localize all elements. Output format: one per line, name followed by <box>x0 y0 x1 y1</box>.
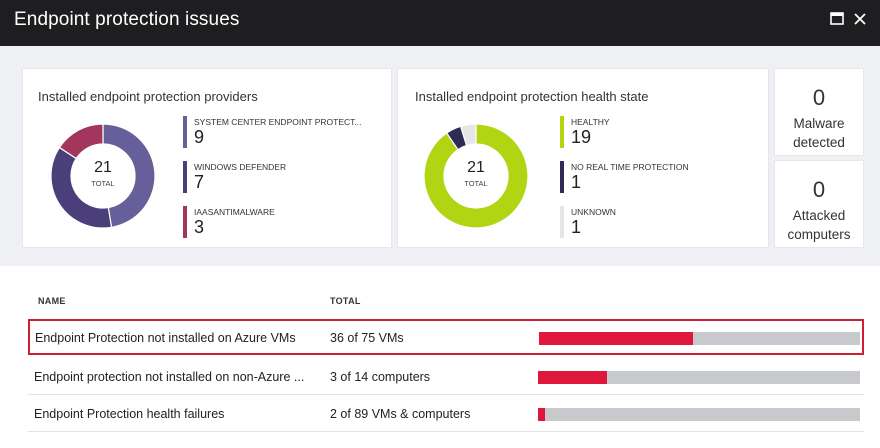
legend-label: WINDOWS DEFENDER <box>194 162 287 172</box>
providers-donut-center: 21 TOTAL <box>73 159 133 188</box>
table-row[interactable]: Endpoint protection not installed on non… <box>28 359 864 395</box>
progress-bar-fill <box>538 408 546 421</box>
legend-value: 19 <box>571 127 592 147</box>
attacked-computers-label-line2: computers <box>787 227 851 242</box>
legend-label: NO REAL TIME PROTECTION <box>571 162 689 172</box>
providers-tile[interactable]: Installed endpoint protection providers … <box>22 68 392 248</box>
providers-tile-title: Installed endpoint protection providers <box>38 89 258 104</box>
health-total-value: 21 <box>467 159 485 176</box>
legend-item-no-real-time-protection[interactable]: NO REAL TIME PROTECTION 1 <box>560 161 689 193</box>
malware-detected-value: 0 <box>812 85 826 110</box>
malware-detected-label-line2: detected <box>793 135 845 150</box>
maximize-button[interactable] <box>826 8 848 30</box>
providers-total-label: TOTAL <box>91 179 115 188</box>
legend-swatch <box>560 161 564 193</box>
column-header-name[interactable]: NAME <box>38 296 66 306</box>
malware-detected-label-line1: Malware <box>793 116 845 131</box>
progress-bar-fill <box>538 371 607 384</box>
legend-item-healthy[interactable]: HEALTHY 19 <box>560 116 610 148</box>
legend-swatch <box>183 116 187 148</box>
progress-bar <box>539 332 860 345</box>
row-name: Endpoint protection not installed on non… <box>34 370 305 384</box>
health-total-label: TOTAL <box>464 179 488 188</box>
health-tile-title: Installed endpoint protection health sta… <box>415 89 649 104</box>
legend-label: UNKNOWN <box>571 207 616 217</box>
legend-swatch <box>183 161 187 193</box>
summary-tiles: Installed endpoint protection providers … <box>0 46 880 266</box>
row-total: 36 of 75 VMs <box>330 331 404 345</box>
blade-header: Endpoint protection issues <box>0 0 880 46</box>
legend-label: SYSTEM CENTER ENDPOINT PROTECT... <box>194 117 362 127</box>
table-row[interactable]: Endpoint Protection not installed on Azu… <box>28 319 864 355</box>
row-name: Endpoint Protection health failures <box>34 407 225 421</box>
legend-value: 1 <box>571 217 582 237</box>
legend-label: HEALTHY <box>571 117 610 127</box>
legend-item-scep[interactable]: SYSTEM CENTER ENDPOINT PROTECT... 9 <box>183 116 362 148</box>
malware-detected-tile[interactable]: 0 Malware detected <box>774 68 864 156</box>
row-total: 3 of 14 computers <box>330 370 431 384</box>
blade-title: Endpoint protection issues <box>14 9 240 30</box>
legend-value: 3 <box>194 217 205 237</box>
legend-item-windows-defender[interactable]: WINDOWS DEFENDER 7 <box>183 161 286 193</box>
legend-value: 7 <box>194 172 205 192</box>
row-total: 2 of 89 VMs & computers <box>330 407 471 421</box>
close-icon <box>854 13 866 25</box>
legend-value: 9 <box>194 127 205 147</box>
legend-value: 1 <box>571 172 582 192</box>
maximize-icon <box>830 12 844 25</box>
health-tile[interactable]: Installed endpoint protection health sta… <box>397 68 769 248</box>
legend-label: IAASANTIMALWARE <box>194 207 275 217</box>
progress-bar-fill <box>539 332 694 345</box>
legend-swatch <box>183 206 187 238</box>
attacked-computers-tile[interactable]: 0 Attacked computers <box>774 160 864 248</box>
providers-total-value: 21 <box>94 159 112 176</box>
row-name: Endpoint Protection not installed on Azu… <box>35 331 296 345</box>
legend-swatch <box>560 206 564 238</box>
table-row[interactable]: Endpoint Protection health failures 2 of… <box>28 396 864 432</box>
progress-bar <box>538 408 860 421</box>
legend-item-unknown[interactable]: UNKNOWN 1 <box>560 206 616 238</box>
attacked-computers-value: 0 <box>812 177 826 202</box>
progress-bar <box>538 371 860 384</box>
legend-item-iaasantimalware[interactable]: IAASANTIMALWARE 3 <box>183 206 275 238</box>
column-header-total[interactable]: TOTAL <box>330 296 361 306</box>
attacked-computers-label-line1: Attacked <box>792 208 846 223</box>
health-donut-center: 21 TOTAL <box>446 159 506 188</box>
legend-swatch <box>560 116 564 148</box>
issues-table: NAME TOTAL Endpoint Protection not insta… <box>0 266 880 448</box>
close-button[interactable] <box>849 8 871 30</box>
